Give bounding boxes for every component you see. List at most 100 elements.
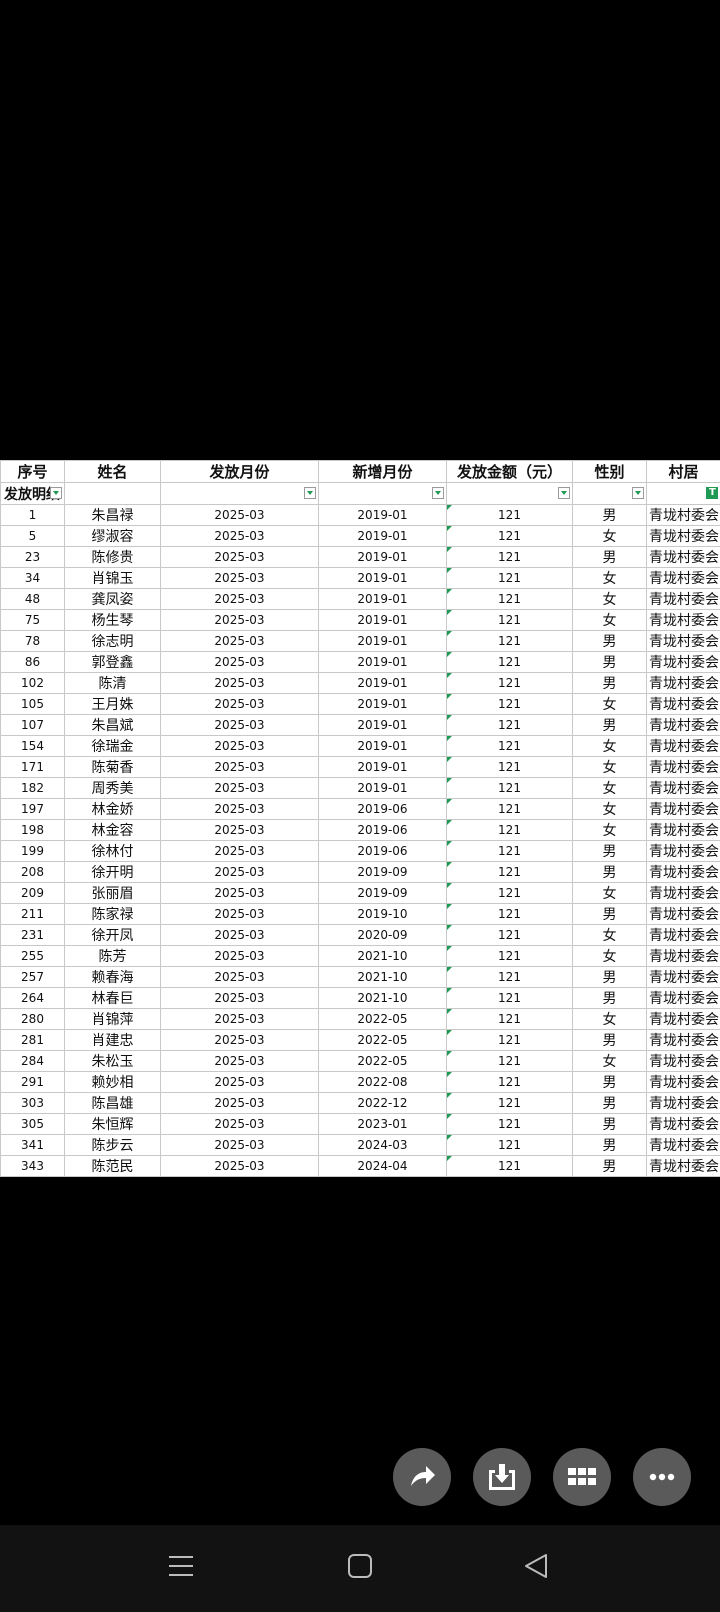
table-cell[interactable]: 2025-03 <box>160 924 319 946</box>
table-cell[interactable]: 341 <box>0 1134 65 1156</box>
table-cell[interactable]: 女 <box>572 525 647 547</box>
table-cell[interactable]: 121 <box>446 1029 573 1051</box>
table-cell[interactable]: 青垅村委会 <box>646 546 720 568</box>
table-cell[interactable]: 林金娇 <box>64 798 161 820</box>
table-cell[interactable]: 2025-03 <box>160 966 319 988</box>
download-button[interactable] <box>473 1448 531 1506</box>
table-cell[interactable]: 青垅村委会 <box>646 1134 720 1156</box>
table-cell[interactable]: 林金容 <box>64 819 161 841</box>
table-cell[interactable]: 121 <box>446 1155 573 1177</box>
table-cell[interactable]: 青垅村委会 <box>646 693 720 715</box>
table-cell[interactable]: 303 <box>0 1092 65 1114</box>
table-cell[interactable]: 张丽眉 <box>64 882 161 904</box>
table-cell[interactable]: 2021-10 <box>318 966 447 988</box>
table-cell[interactable]: 2025-03 <box>160 546 319 568</box>
table-cell[interactable]: 2019-01 <box>318 714 447 736</box>
table-cell[interactable]: 青垅村委会 <box>646 945 720 967</box>
table-cell[interactable]: 257 <box>0 966 65 988</box>
table-cell[interactable]: 2025-03 <box>160 840 319 862</box>
table-cell[interactable]: 周秀美 <box>64 777 161 799</box>
table-cell[interactable]: 2025-03 <box>160 945 319 967</box>
table-cell[interactable]: 2022-05 <box>318 1050 447 1072</box>
table-cell[interactable]: 2021-10 <box>318 987 447 1009</box>
table-cell[interactable]: 青垅村委会 <box>646 1071 720 1093</box>
table-cell[interactable]: 2025-03 <box>160 588 319 610</box>
table-cell[interactable]: 2025-03 <box>160 777 319 799</box>
filter-cell[interactable] <box>446 482 573 505</box>
table-cell[interactable]: 女 <box>572 945 647 967</box>
table-cell[interactable]: 陈家禄 <box>64 903 161 925</box>
table-cell[interactable]: 198 <box>0 819 65 841</box>
table-cell[interactable]: 朱恒辉 <box>64 1113 161 1135</box>
table-cell[interactable]: 121 <box>446 1092 573 1114</box>
table-cell[interactable]: 78 <box>0 630 65 652</box>
table-cell[interactable]: 男 <box>572 630 647 652</box>
table-cell[interactable]: 徐瑞金 <box>64 735 161 757</box>
table-cell[interactable]: 2025-03 <box>160 567 319 589</box>
table-cell[interactable]: 2019-01 <box>318 546 447 568</box>
menu-icon[interactable] <box>167 1552 195 1580</box>
table-cell[interactable]: 121 <box>446 546 573 568</box>
table-cell[interactable]: 青垅村委会 <box>646 714 720 736</box>
table-cell[interactable]: 5 <box>0 525 65 547</box>
table-cell[interactable]: 121 <box>446 672 573 694</box>
table-cell[interactable]: 女 <box>572 819 647 841</box>
table-cell[interactable]: 121 <box>446 525 573 547</box>
filter-cell[interactable] <box>318 482 447 505</box>
table-cell[interactable]: 青垅村委会 <box>646 882 720 904</box>
table-cell[interactable]: 280 <box>0 1008 65 1030</box>
table-cell[interactable]: 2025-03 <box>160 504 319 526</box>
table-cell[interactable]: 女 <box>572 882 647 904</box>
table-cell[interactable]: 青垅村委会 <box>646 987 720 1009</box>
table-cell[interactable]: 徐开凤 <box>64 924 161 946</box>
table-cell[interactable]: 121 <box>446 630 573 652</box>
table-cell[interactable]: 231 <box>0 924 65 946</box>
table-cell[interactable]: 105 <box>0 693 65 715</box>
table-cell[interactable]: 青垅村委会 <box>646 567 720 589</box>
table-cell[interactable]: 2020-09 <box>318 924 447 946</box>
table-cell[interactable]: 121 <box>446 861 573 883</box>
table-cell[interactable]: 197 <box>0 798 65 820</box>
table-cell[interactable]: 2025-03 <box>160 987 319 1009</box>
table-cell[interactable]: 2025-03 <box>160 672 319 694</box>
table-cell[interactable]: 2025-03 <box>160 525 319 547</box>
table-cell[interactable]: 121 <box>446 966 573 988</box>
table-cell[interactable]: 男 <box>572 1071 647 1093</box>
table-cell[interactable]: 121 <box>446 609 573 631</box>
table-cell[interactable]: 121 <box>446 903 573 925</box>
table-cell[interactable]: 朱昌禄 <box>64 504 161 526</box>
table-cell[interactable]: 女 <box>572 588 647 610</box>
table-cell[interactable]: 青垅村委会 <box>646 777 720 799</box>
table-cell[interactable]: 男 <box>572 840 647 862</box>
table-cell[interactable]: 121 <box>446 840 573 862</box>
table-cell[interactable]: 青垅村委会 <box>646 1155 720 1177</box>
table-cell[interactable]: 2025-03 <box>160 714 319 736</box>
table-cell[interactable]: 陈清 <box>64 672 161 694</box>
table-cell[interactable]: 男 <box>572 1113 647 1135</box>
header-cell[interactable]: 村居 <box>646 460 720 483</box>
header-cell[interactable]: 序号 <box>0 460 65 483</box>
table-cell[interactable]: 1 <box>0 504 65 526</box>
table-cell[interactable]: 肖锦萍 <box>64 1008 161 1030</box>
table-cell[interactable]: 199 <box>0 840 65 862</box>
table-cell[interactable]: 2021-10 <box>318 945 447 967</box>
table-cell[interactable]: 缪淑容 <box>64 525 161 547</box>
table-cell[interactable]: 171 <box>0 756 65 778</box>
table-cell[interactable]: 2019-01 <box>318 693 447 715</box>
table-cell[interactable]: 255 <box>0 945 65 967</box>
filter-cell[interactable]: 发放明细 <box>0 482 65 505</box>
filter-cell[interactable] <box>64 482 161 505</box>
table-cell[interactable]: 2025-03 <box>160 693 319 715</box>
table-cell[interactable]: 121 <box>446 504 573 526</box>
table-cell[interactable]: 男 <box>572 1155 647 1177</box>
table-cell[interactable]: 女 <box>572 798 647 820</box>
table-cell[interactable]: 2019-01 <box>318 525 447 547</box>
table-cell[interactable]: 陈修贵 <box>64 546 161 568</box>
spreadsheet-view[interactable]: 序号 姓名 发放月份 新增月份 发放金额（元） 性别 村居 发放明细 T 1 朱… <box>0 460 720 1177</box>
table-cell[interactable]: 182 <box>0 777 65 799</box>
table-cell[interactable]: 2025-03 <box>160 735 319 757</box>
table-cell[interactable]: 杨生琴 <box>64 609 161 631</box>
table-cell[interactable]: 青垅村委会 <box>646 588 720 610</box>
table-cell[interactable]: 2022-05 <box>318 1008 447 1030</box>
table-cell[interactable]: 王月姝 <box>64 693 161 715</box>
